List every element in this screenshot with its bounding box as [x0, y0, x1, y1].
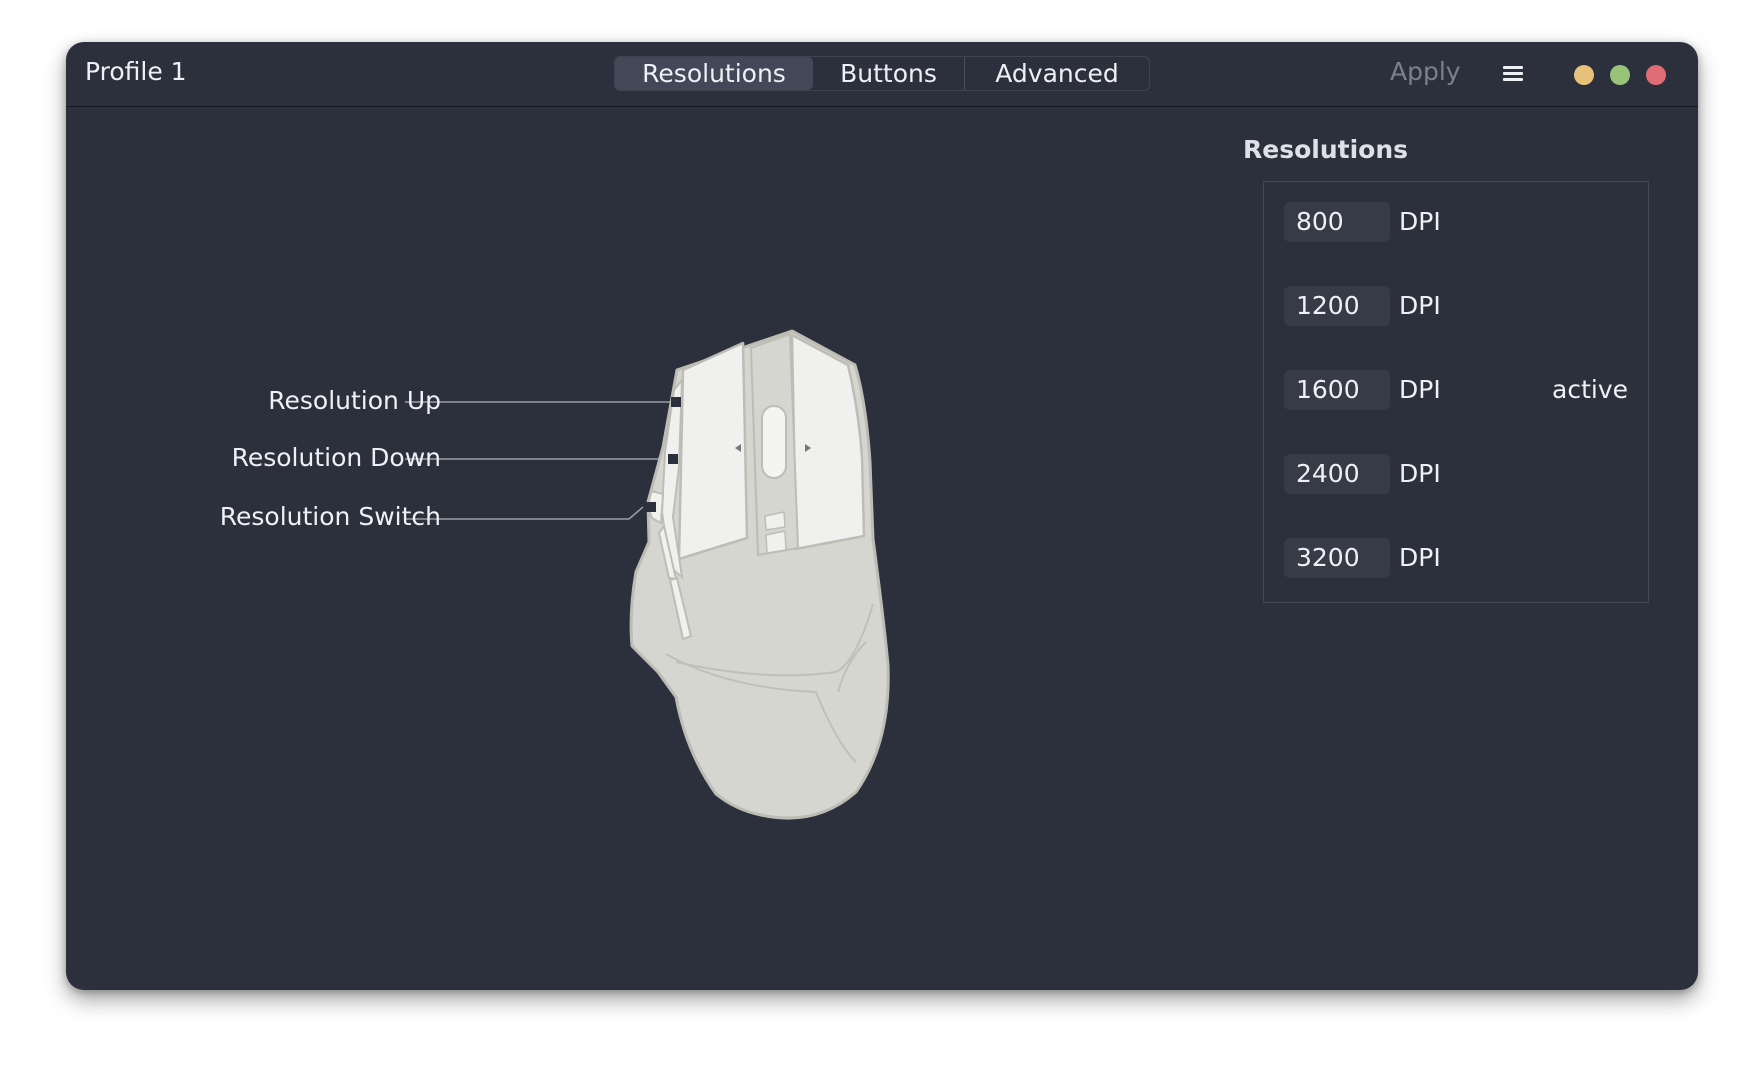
app-window: Profile 1 Resolutions Buttons Advanced A… [66, 42, 1698, 990]
resolution-row[interactable]: 1200 DPI [1284, 286, 1624, 326]
left-mouse-button [677, 341, 749, 561]
resolutions-heading: Resolutions [1243, 135, 1409, 164]
resolution-switch-marker [646, 502, 656, 512]
dpi-unit-label: DPI [1399, 459, 1441, 488]
dpi-value-input[interactable]: 3200 [1284, 538, 1390, 578]
dpi-value-input[interactable]: 800 [1284, 202, 1390, 242]
middle-small-button-top [764, 511, 786, 531]
dpi-unit-label: DPI [1399, 207, 1441, 236]
dpi-value-input[interactable]: 1600 [1284, 370, 1390, 410]
scroll-wheel [761, 405, 787, 479]
dpi-value-input[interactable]: 1200 [1284, 286, 1390, 326]
resolution-row[interactable]: 1600 DPI active [1284, 370, 1628, 410]
resolution-up-marker [671, 397, 681, 407]
active-badge: active [1552, 375, 1628, 404]
dpi-unit-label: DPI [1399, 291, 1441, 320]
callout-resolution-up: Resolution Up [268, 386, 441, 415]
resolution-row[interactable]: 800 DPI [1284, 202, 1624, 242]
resolution-row[interactable]: 3200 DPI [1284, 538, 1624, 578]
callout-resolution-down: Resolution Down [231, 443, 441, 472]
middle-small-button-bottom [765, 530, 787, 554]
resolutions-panel: 800 DPI 1200 DPI 1600 DPI active 2400 DP… [1263, 181, 1649, 603]
resolution-row[interactable]: 2400 DPI [1284, 454, 1624, 494]
dpi-value-input[interactable]: 2400 [1284, 454, 1390, 494]
resolution-down-marker [668, 454, 678, 464]
dpi-unit-label: DPI [1399, 375, 1441, 404]
callout-resolution-switch: Resolution Switch [219, 502, 441, 531]
dpi-unit-label: DPI [1399, 543, 1441, 572]
